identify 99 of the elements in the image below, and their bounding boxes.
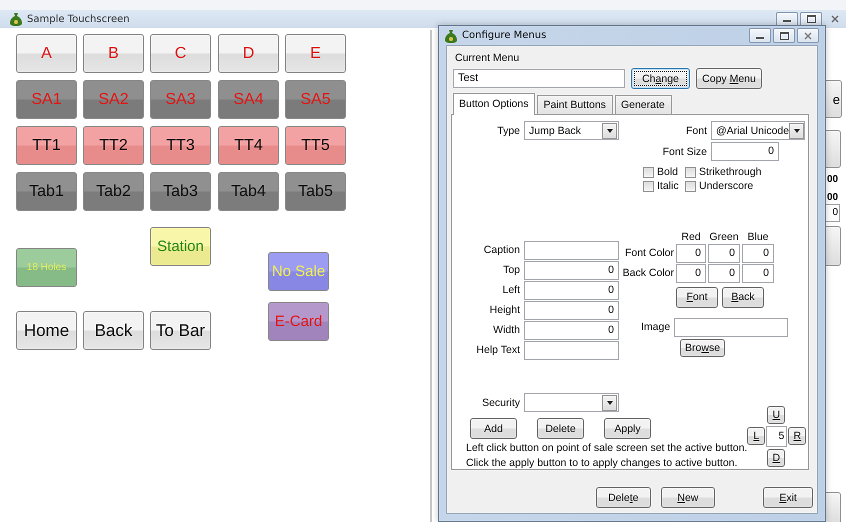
browse-button[interactable]: Browse xyxy=(680,338,726,357)
dialog-button[interactable]: New xyxy=(660,487,716,508)
step-field[interactable]: 5 xyxy=(766,426,788,447)
dropdown-arrow-icon xyxy=(794,128,800,132)
nudge-button[interactable]: D xyxy=(767,449,786,467)
field-label: Font Size xyxy=(662,146,707,158)
color-field[interactable]: 0 xyxy=(708,264,740,283)
column-header: Blue xyxy=(746,230,770,243)
touch-button[interactable]: TT2 xyxy=(83,126,144,165)
field-label: Font xyxy=(684,124,707,136)
tab[interactable]: Button Options xyxy=(453,93,536,115)
action-button[interactable]: Delete xyxy=(537,418,584,439)
field-label: Security xyxy=(481,396,520,408)
input-field[interactable]: 0 xyxy=(524,280,619,300)
style-checkbox[interactable]: Strikethrough xyxy=(685,166,762,178)
font-size-field[interactable]: 0 xyxy=(711,142,779,161)
nudge-button[interactable]: R xyxy=(788,427,806,445)
field-label: Caption xyxy=(482,244,520,256)
menu-name-field[interactable]: Test xyxy=(453,69,625,88)
close-button[interactable] xyxy=(797,28,819,43)
input-field[interactable]: 0 xyxy=(524,300,619,320)
input-field[interactable] xyxy=(524,240,619,260)
touch-button[interactable]: TT4 xyxy=(218,126,279,165)
color-button[interactable]: Font xyxy=(676,286,718,308)
field-label: Type xyxy=(496,124,520,136)
tab[interactable]: Paint Buttons xyxy=(537,95,613,114)
touch-button[interactable]: TT1 xyxy=(16,126,77,165)
field-label: Back Color xyxy=(622,267,674,280)
touch-button[interactable]: Tab1 xyxy=(16,172,77,211)
money-bag-icon xyxy=(445,28,457,42)
type-dropdown[interactable]: Jump Back xyxy=(524,121,619,140)
input-field[interactable] xyxy=(524,340,619,360)
field-label: Width xyxy=(492,324,520,336)
partial-text: 00 xyxy=(827,192,838,203)
nudge-button[interactable]: U xyxy=(767,406,786,424)
money-bag-icon xyxy=(10,12,22,26)
touch-button[interactable]: Tab3 xyxy=(150,172,211,211)
field-label: Left xyxy=(501,284,520,296)
field-label: Font Color xyxy=(624,247,674,260)
touch-button[interactable]: TT5 xyxy=(285,126,346,165)
color-field[interactable]: 0 xyxy=(676,264,706,283)
touch-button[interactable]: Tab5 xyxy=(285,172,346,211)
touch-button[interactable]: Station xyxy=(150,227,211,266)
action-button[interactable]: Add xyxy=(470,418,517,439)
partial-button[interactable] xyxy=(826,492,841,522)
touch-button[interactable]: Tab2 xyxy=(83,172,144,211)
field-label: Top xyxy=(502,264,520,276)
color-field[interactable]: 0 xyxy=(676,244,706,263)
touch-button[interactable]: Home xyxy=(16,311,77,350)
color-button[interactable]: Back xyxy=(722,286,764,308)
touch-button[interactable]: E xyxy=(285,34,346,73)
close-icon xyxy=(831,15,839,23)
touch-button[interactable]: C xyxy=(150,34,211,73)
dropdown-arrow-icon xyxy=(606,400,612,404)
color-field[interactable]: 0 xyxy=(742,244,774,263)
instruction-text: Click the apply button to to apply changes to active button. xyxy=(466,457,738,469)
touch-button[interactable]: TT3 xyxy=(150,126,211,165)
menu-button[interactable]: Change xyxy=(631,68,690,89)
input-field[interactable]: 0 xyxy=(524,320,619,340)
touch-button[interactable]: D xyxy=(218,34,279,73)
partial-button[interactable] xyxy=(826,226,841,266)
menu-button[interactable]: Copy Menu xyxy=(696,68,762,89)
input-field[interactable]: 0 xyxy=(524,260,619,280)
partial-text: 00 xyxy=(827,174,838,185)
column-header: Green xyxy=(708,230,740,243)
partial-button[interactable]: e xyxy=(826,80,842,118)
field-label: Height xyxy=(488,304,520,316)
column-header: Red xyxy=(680,230,702,243)
touch-button[interactable]: B xyxy=(83,34,144,73)
nudge-button[interactable]: L xyxy=(747,427,766,445)
touch-button[interactable]: A xyxy=(16,34,77,73)
minimize-button[interactable] xyxy=(776,12,798,26)
partial-button[interactable] xyxy=(826,130,841,168)
dialog-title: Configure Menus xyxy=(462,30,546,41)
style-checkbox[interactable]: Underscore xyxy=(685,180,762,192)
action-button[interactable]: Apply xyxy=(604,418,651,439)
touch-button[interactable]: Back xyxy=(83,311,144,350)
field-label: Help Text xyxy=(475,344,520,356)
dialog-button[interactable]: Exit xyxy=(763,487,813,508)
minimize-button[interactable] xyxy=(749,28,771,43)
maximize-button[interactable] xyxy=(773,28,795,43)
instruction-text: Left click button on point of sale screen set the active button. xyxy=(466,442,748,454)
tab[interactable]: Generate xyxy=(614,95,672,114)
touch-button[interactable]: To Bar xyxy=(150,311,211,350)
window-title: Sample Touchscreen xyxy=(27,14,130,24)
dialog-button[interactable]: Delete xyxy=(596,487,651,508)
font-dropdown[interactable]: @Arial Unicode xyxy=(711,121,805,140)
touch-button[interactable]: Tab4 xyxy=(218,172,279,211)
security-dropdown[interactable] xyxy=(524,393,619,412)
style-checkbox[interactable]: Italic xyxy=(643,180,685,192)
maximize-button[interactable] xyxy=(800,12,822,26)
close-icon xyxy=(804,32,812,40)
color-field[interactable]: 0 xyxy=(742,264,774,283)
style-checkbox[interactable]: Bold xyxy=(643,166,685,178)
color-field[interactable]: 0 xyxy=(708,244,740,263)
image-field[interactable] xyxy=(674,318,788,337)
field-label: Current Menu xyxy=(455,52,520,64)
dropdown-arrow-icon xyxy=(606,128,612,132)
field-label: Image xyxy=(641,321,670,334)
